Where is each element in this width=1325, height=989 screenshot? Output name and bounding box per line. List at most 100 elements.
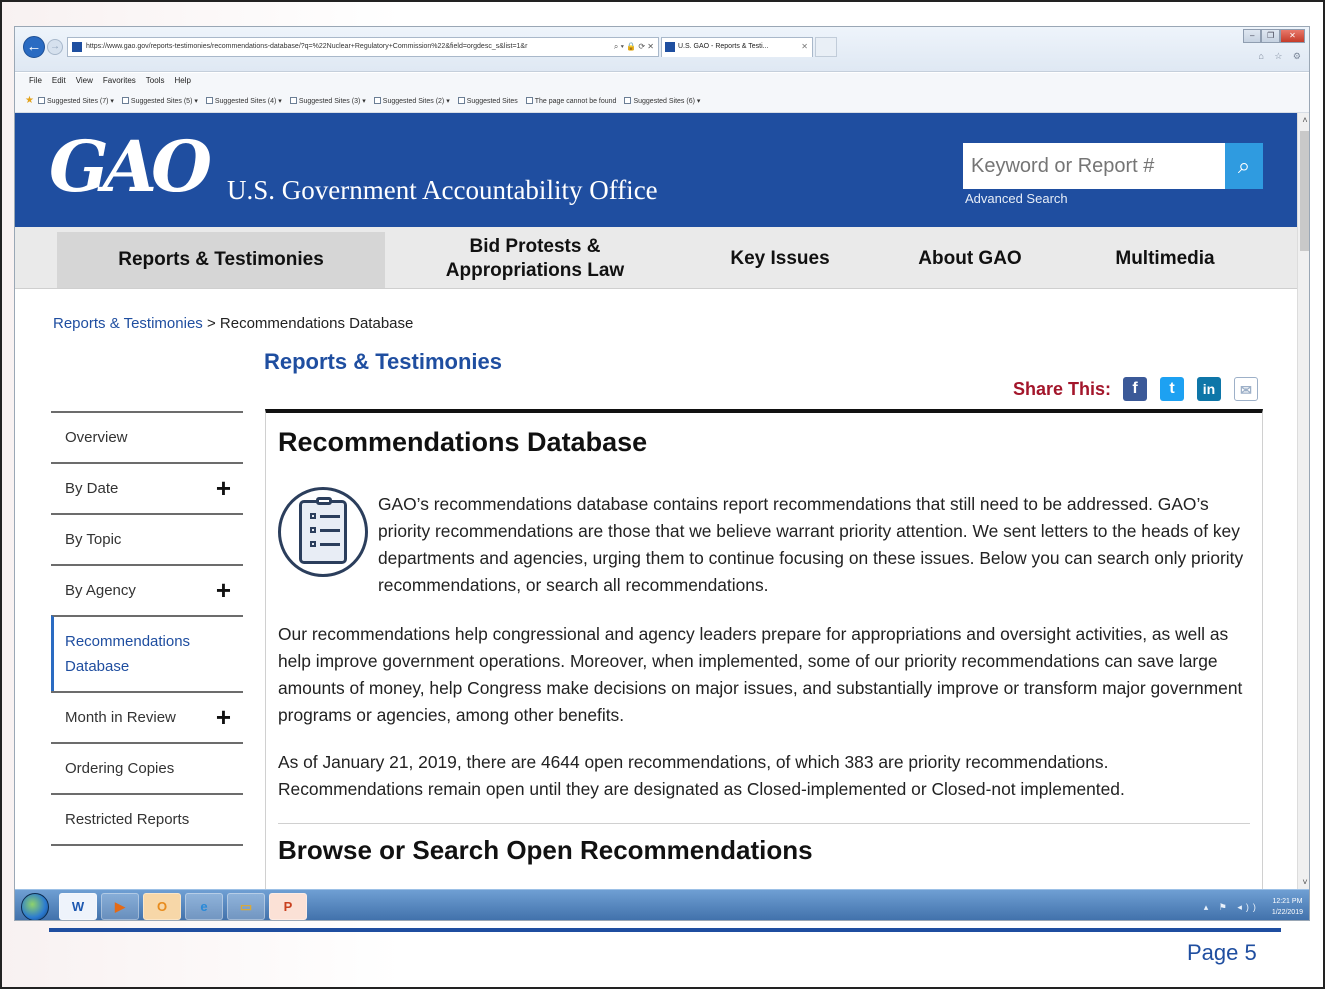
- presentation-slide: ← → https://www.gao.gov/reports-testimon…: [0, 0, 1325, 989]
- sidebar-item-overview[interactable]: Overview: [51, 411, 243, 462]
- gao-logo[interactable]: GAO: [49, 127, 212, 207]
- nav-about-gao[interactable]: About GAO: [895, 231, 1045, 287]
- menu-tools[interactable]: Tools: [146, 73, 165, 89]
- sidebar-item-label: Overview: [65, 429, 128, 446]
- media-player-taskbar-icon[interactable]: ▶: [101, 893, 139, 920]
- menu-favorites[interactable]: Favorites: [103, 73, 136, 89]
- outlook-taskbar-icon[interactable]: O: [143, 893, 181, 920]
- sidebar-item-label: By Date: [65, 480, 119, 497]
- menu-bar: File Edit View Favorites Tools Help: [15, 73, 1309, 89]
- tab-title: U.S. GAO - Reports & Testi...: [678, 43, 769, 50]
- scroll-down-icon[interactable]: ˅: [1298, 875, 1309, 889]
- menu-help[interactable]: Help: [174, 73, 190, 89]
- powerpoint-taskbar-icon[interactable]: P: [269, 893, 307, 920]
- twitter-icon[interactable]: t: [1160, 377, 1185, 401]
- browse-section-title: Browse or Search Open Recommendations: [278, 835, 813, 865]
- file-explorer-taskbar-icon[interactable]: ▭: [227, 893, 265, 920]
- favorite-link[interactable]: Suggested Sites (3) ▾: [289, 96, 366, 105]
- sidebar-item-by-topic[interactable]: By Topic: [51, 513, 243, 564]
- restore-button[interactable]: ❐: [1261, 29, 1280, 43]
- tab-favicon-icon: [665, 42, 675, 52]
- checklist-box: [310, 541, 316, 547]
- taskbar-clock[interactable]: 12:21 PM 1/22/2019: [1272, 896, 1303, 918]
- sidebar-item-label: Ordering Copies: [65, 760, 175, 777]
- favorite-link[interactable]: Suggested Sites: [457, 96, 518, 105]
- sidebar-item-by-agency[interactable]: By Agency +: [51, 564, 243, 615]
- checklist-line: [320, 543, 340, 546]
- start-button[interactable]: [21, 893, 49, 920]
- browser-tab[interactable]: U.S. GAO - Reports & Testi... ✕: [661, 37, 813, 57]
- page-icon: [37, 96, 45, 104]
- slide-page-number: Page 5: [1187, 940, 1257, 965]
- section-title: Reports & Testimonies: [264, 349, 502, 374]
- vertical-scrollbar[interactable]: ˄ ˅: [1297, 113, 1309, 889]
- agency-name: U.S. Government Accountability Office: [227, 175, 658, 205]
- back-button[interactable]: ←: [23, 36, 45, 58]
- nav-key-issues[interactable]: Key Issues: [705, 231, 855, 287]
- breadcrumb-link[interactable]: Reports & Testimonies: [53, 315, 203, 332]
- sidebar-item-month-in-review[interactable]: Month in Review +: [51, 691, 243, 742]
- nav-bid-protests[interactable]: Bid Protests & Appropriations Law: [405, 231, 665, 287]
- sidebar-item-label: Month in Review: [65, 709, 176, 726]
- scroll-up-icon[interactable]: ˄: [1298, 113, 1309, 127]
- sidebar-item-label: Restricted Reports: [65, 811, 190, 828]
- minimize-button[interactable]: –: [1243, 29, 1262, 43]
- tray-icons[interactable]: ▴ ⚑ ◂)): [1204, 902, 1260, 913]
- close-window-button[interactable]: ✕: [1279, 29, 1305, 43]
- share-label: Share This:: [1013, 378, 1112, 399]
- address-actions-icon[interactable]: ⌕ ▾ 🔒 ⟳ ✕: [614, 38, 654, 56]
- new-tab-button[interactable]: [815, 37, 837, 57]
- sidebar-item-ordering-copies[interactable]: Ordering Copies: [51, 742, 243, 793]
- word-taskbar-icon[interactable]: W: [59, 893, 97, 920]
- breadcrumb-separator: >: [202, 315, 220, 332]
- home-favorites-settings-icons[interactable]: ⌂ ☆ ⚙: [1258, 51, 1305, 62]
- breadcrumb-current: Recommendations Database: [219, 315, 414, 332]
- favorite-link[interactable]: Suggested Sites (7) ▾: [37, 96, 114, 105]
- address-bar[interactable]: https://www.gao.gov/reports-testimonies/…: [67, 37, 659, 57]
- forward-button[interactable]: →: [47, 39, 63, 55]
- windows-taskbar: W ▶ O e ▭ P ▴ ⚑ ◂)) 12:21 PM 1/22/2019: [15, 889, 1309, 920]
- page-icon: [289, 96, 297, 104]
- sidebar-item-label: Recommendations Database: [65, 633, 191, 675]
- tab-close-icon[interactable]: ✕: [801, 38, 808, 56]
- main-navigation: Reports & Testimonies Bid Protests & App…: [15, 227, 1297, 289]
- favorite-link[interactable]: Suggested Sites (4) ▾: [205, 96, 282, 105]
- intro-paragraph: GAO’s recommendations database contains …: [378, 494, 1244, 595]
- email-icon[interactable]: ✉: [1234, 377, 1259, 401]
- expand-plus-icon[interactable]: +: [216, 704, 231, 730]
- body-paragraph: Our recommendations help congressional a…: [278, 624, 1243, 725]
- page-icon: [121, 96, 129, 104]
- favorite-link[interactable]: Suggested Sites (5) ▾: [121, 96, 198, 105]
- expand-plus-icon[interactable]: +: [216, 577, 231, 603]
- main-content: Recommendations Database GAO’s recommend…: [265, 409, 1263, 889]
- clock-date: 1/22/2019: [1271, 909, 1303, 916]
- advanced-search-link[interactable]: Advanced Search: [965, 191, 1068, 206]
- facebook-icon[interactable]: f: [1123, 377, 1148, 401]
- search-input[interactable]: [963, 143, 1225, 189]
- search-icon: ⌕: [1237, 153, 1251, 178]
- favorite-link[interactable]: Suggested Sites (6) ▾: [624, 96, 700, 105]
- expand-plus-icon[interactable]: +: [216, 475, 231, 501]
- page-icon: [373, 96, 381, 104]
- favorites-star-icon[interactable]: ★: [25, 95, 34, 106]
- nav-multimedia[interactable]: Multimedia: [1085, 231, 1245, 287]
- address-url: https://www.gao.gov/reports-testimonies/…: [86, 43, 528, 50]
- sidebar-item-restricted-reports[interactable]: Restricted Reports: [51, 793, 243, 844]
- favorite-link[interactable]: Suggested Sites (2) ▾: [373, 96, 450, 105]
- favorite-link[interactable]: The page cannot be found: [525, 96, 616, 105]
- nav-reports-testimonies[interactable]: Reports & Testimonies: [57, 232, 385, 288]
- breadcrumb: Reports & Testimonies > Recommendations …: [53, 315, 413, 332]
- linkedin-icon[interactable]: in: [1197, 377, 1222, 401]
- site-header: GAO U.S. Government Accountability Offic…: [15, 113, 1297, 227]
- sidebar-item-recommendations-database[interactable]: Recommendations Database: [51, 615, 243, 691]
- scroll-thumb[interactable]: [1300, 131, 1309, 251]
- sidebar-item-by-date[interactable]: By Date +: [51, 462, 243, 513]
- menu-edit[interactable]: Edit: [52, 73, 66, 89]
- menu-view[interactable]: View: [76, 73, 93, 89]
- menu-file[interactable]: File: [29, 73, 42, 89]
- checklist-box: [310, 513, 316, 519]
- nav-bid-line-2: Appropriations Law: [445, 260, 625, 281]
- sidebar-item-label: By Topic: [65, 531, 122, 548]
- search-button[interactable]: ⌕: [1225, 143, 1263, 189]
- internet-explorer-taskbar-icon[interactable]: e: [185, 893, 223, 920]
